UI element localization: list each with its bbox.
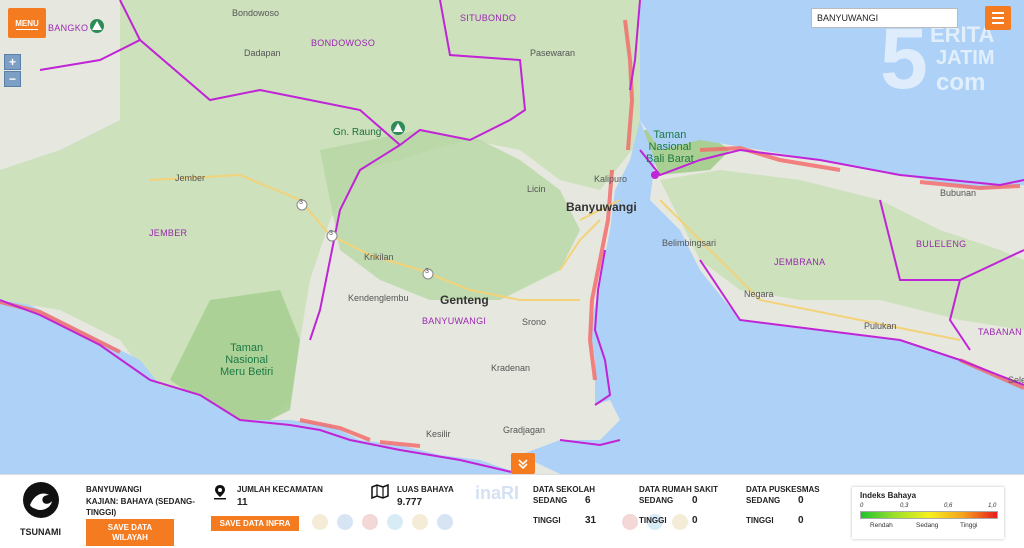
menu-button[interactable]: MENU (8, 8, 46, 38)
legend-tick: 1,0 (988, 503, 997, 509)
city-label: Jember (175, 173, 206, 183)
expand-panel-button[interactable] (511, 453, 535, 474)
region-name: BANYUWANGI (86, 485, 142, 494)
sekolah-tinggi-label: TINGGI (533, 516, 561, 525)
rs-sedang-value: 0 (692, 495, 698, 506)
map-pin-icon (214, 485, 226, 500)
mountain-label: Gn. Raung (333, 127, 382, 138)
sekolah-label: DATA SEKOLAH (533, 485, 596, 494)
search-input[interactable] (811, 8, 958, 28)
region-label: SITUBONDO (460, 13, 517, 23)
zoom-out-button[interactable]: − (4, 71, 21, 87)
region-label: BONDOWOSO (311, 38, 376, 48)
region-label: BULELENG (916, 239, 967, 249)
puskesmas-tinggi-value: 0 (798, 515, 804, 526)
watermark-line3: com (936, 69, 985, 96)
city-label-major: Banyuwangi (566, 200, 637, 214)
rs-sedang-label: SEDANG (639, 496, 674, 505)
region-label: BANYUWANGI (422, 316, 487, 326)
city-label: Kesilir (426, 429, 451, 439)
partner-logo-text: inaRI (475, 483, 520, 503)
legend-title: Indeks Bahaya (860, 491, 917, 500)
legend-class: Tinggi (960, 522, 978, 529)
hazard-type-label: TSUNAMI (20, 527, 61, 537)
tsunami-wave-icon (23, 482, 59, 518)
city-label: Negara (744, 289, 774, 299)
sekolah-tinggi-value: 31 (585, 515, 597, 526)
hamburger-line-icon (992, 22, 1004, 24)
city-label: Belimbingsari (662, 238, 717, 248)
city-label: Srono (522, 317, 547, 327)
legend-gradient-bar (860, 511, 998, 519)
hamburger-line-icon (992, 17, 1004, 19)
city-label: Bondowoso (232, 8, 280, 18)
region-label: TABANAN (978, 327, 1022, 337)
route-number: 3 (425, 268, 429, 275)
rs-tinggi-label: TINGGI (639, 516, 667, 525)
bali-barat-marker (651, 171, 659, 179)
rs-tinggi-value: 0 (692, 515, 698, 526)
park-label: Taman Nasional Bali Barat (646, 129, 694, 165)
hazard-index-legend: Indeks Bahaya 0 0,3 0,6 1,0 Rendah Sedan… (852, 487, 1004, 539)
hamburger-menu-button[interactable] (985, 6, 1011, 30)
park-label: Taman Nasional Meru Betiri (220, 342, 274, 378)
study-label: KAJIAN: BAHAYA (SEDANG-TINGGI) (86, 497, 195, 517)
sekolah-sedang-value: 6 (585, 495, 591, 506)
city-label: Dadapan (244, 48, 281, 58)
city-label-major: Genteng (440, 293, 489, 307)
kecamatan-value: 11 (237, 497, 248, 508)
save-region-button[interactable]: SAVE DATA WILAYAH (86, 519, 174, 546)
puskesmas-sedang-label: SEDANG (746, 496, 781, 505)
city-label: Bubunan (940, 188, 977, 198)
route-number: 3 (299, 199, 303, 206)
city-label: Sele (1008, 375, 1024, 385)
puskesmas-sedang-value: 0 (798, 495, 804, 506)
puskesmas-tinggi-label: TINGGI (746, 516, 774, 525)
city-label: Krikilan (364, 252, 394, 262)
luas-label: LUAS BAHAYA (397, 485, 454, 494)
hamburger-line-icon (992, 12, 1004, 14)
zoom-in-button[interactable]: + (4, 54, 21, 70)
legend-class: Sedang (916, 522, 939, 529)
rs-label: DATA RUMAH SAKIT (639, 485, 718, 494)
city-label: Kradenan (491, 363, 531, 373)
city-label: Pasewaran (530, 48, 576, 58)
legend-tick: 0,6 (944, 503, 953, 509)
region-label: JEMBER (149, 228, 188, 238)
region-label-partial: BANGKO (48, 23, 89, 33)
region-label: JEMBRANA (774, 257, 826, 267)
city-label: Gradjagan (503, 425, 546, 435)
route-number: 3 (329, 230, 333, 237)
app: 3 3 3 Bondowoso Dadapan Pasewaran Jember… (0, 0, 1024, 548)
luas-value: 9.777 (397, 497, 423, 508)
folded-map-icon (371, 484, 389, 499)
legend-tick: 0 (860, 503, 864, 509)
city-label: Licin (527, 184, 546, 194)
puskesmas-label: DATA PUSKESMAS (746, 485, 820, 494)
city-label: Kendenglembu (348, 293, 409, 303)
city-label: Kalipuro (594, 174, 628, 184)
city-label: Pulukan (864, 321, 897, 331)
legend-class: Rendah (870, 522, 893, 529)
legend-tick: 0,3 (900, 503, 909, 509)
watermark-line2: JATIM (936, 47, 995, 69)
info-panel: inaRI TSUNAMI BANYUWANGI KAJIAN: BAHAYA … (0, 474, 1024, 548)
sekolah-sedang-label: SEDANG (533, 496, 568, 505)
double-chevron-down-icon (518, 458, 528, 469)
save-infra-button[interactable]: SAVE DATA INFRA (211, 516, 299, 531)
kecamatan-label: JUMLAH KECAMATAN (237, 485, 323, 494)
map-view[interactable]: 3 3 3 Bondowoso Dadapan Pasewaran Jember… (0, 0, 1024, 474)
